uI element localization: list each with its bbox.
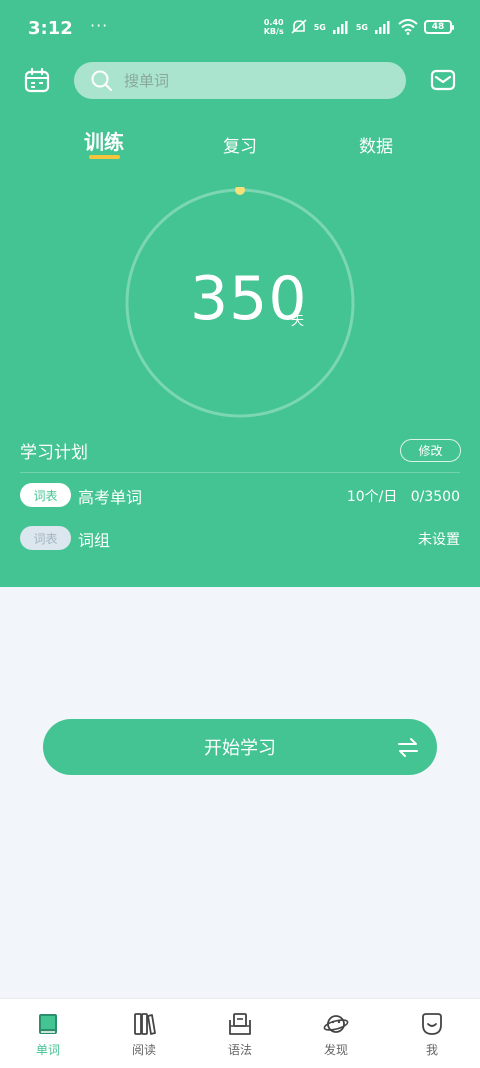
signal-icon xyxy=(375,21,390,34)
search-icon xyxy=(91,70,112,91)
plan-row-phrases[interactable]: 词表 词组 未设置 xyxy=(20,525,460,551)
plan-row-detail: 10个/日 0/3500 xyxy=(346,489,460,505)
progress-ring-marker xyxy=(235,187,245,195)
nav-label: 单词 xyxy=(35,1043,60,1057)
edit-plan-button[interactable]: 修改 xyxy=(400,439,461,462)
days-count: 350 xyxy=(190,264,308,334)
books-icon xyxy=(134,1013,156,1035)
status-notification-dots: ··· xyxy=(70,16,108,35)
search-bar[interactable]: 搜单词 xyxy=(74,62,406,99)
calendar-icon xyxy=(24,67,50,93)
wifi-icon xyxy=(398,19,418,35)
network-speed: 0.40 KB/s xyxy=(264,18,284,36)
status-more-icon: ··· xyxy=(90,16,109,35)
notebook-icon xyxy=(229,1013,251,1035)
start-learning-button[interactable]: 开始学习 xyxy=(43,719,437,775)
mail-icon xyxy=(430,69,456,91)
battery-level: 48 xyxy=(431,22,445,32)
wordlist-tag: 词表 xyxy=(20,483,71,507)
divider xyxy=(20,472,460,473)
plan-row-wordlist[interactable]: 词表 高考单词 10个/日 0/3500 xyxy=(20,482,460,508)
swap-icon[interactable] xyxy=(397,736,419,758)
nav-label: 阅读 xyxy=(131,1043,156,1057)
status-bar: 3:12 ··· 0.40 KB/s 5G 5G 48 xyxy=(0,0,480,58)
wordlist-tag: 词表 xyxy=(20,526,71,550)
planet-icon xyxy=(323,1015,349,1033)
nav-label: 发现 xyxy=(323,1043,348,1057)
plan-row-detail: 未设置 xyxy=(418,532,460,548)
message-button[interactable] xyxy=(426,63,460,97)
tab-train[interactable]: 训练 xyxy=(84,126,124,155)
battery-icon: 48 xyxy=(424,20,454,34)
status-time: 3:12 xyxy=(28,18,73,39)
network-type-2: 5G xyxy=(355,22,368,32)
nav-grammar[interactable]: 语法 xyxy=(210,1011,270,1058)
signal-icon xyxy=(332,21,348,34)
days-unit: 天 xyxy=(291,314,305,329)
search-placeholder: 搜单词 xyxy=(124,72,170,90)
bottom-nav: 单词 阅读 语法 发现 我 xyxy=(0,998,480,1068)
tab-data[interactable]: 数据 xyxy=(359,132,393,157)
nav-reading[interactable]: 阅读 xyxy=(114,1011,174,1058)
network-type-1: 5G xyxy=(313,22,326,32)
mute-icon xyxy=(291,19,307,34)
book-icon xyxy=(39,1014,57,1034)
network-speed-unit: KB/s xyxy=(263,27,284,36)
nav-discover[interactable]: 发现 xyxy=(306,1011,366,1058)
plan-title: 学习计划 xyxy=(20,443,88,463)
smile-face-icon xyxy=(422,1013,442,1035)
start-learning-label: 开始学习 xyxy=(204,738,276,759)
tab-active-indicator xyxy=(89,155,120,159)
plan-row-name: 高考单词 xyxy=(78,488,143,507)
plan-row-name: 词组 xyxy=(78,531,111,550)
tab-review[interactable]: 复习 xyxy=(223,132,257,157)
nav-me[interactable]: 我 xyxy=(402,1011,462,1058)
network-speed-value: 0.40 xyxy=(263,18,284,27)
calendar-button[interactable] xyxy=(20,63,54,97)
nav-label: 我 xyxy=(425,1043,438,1057)
status-icons: 0.40 KB/s 5G 5G 48 xyxy=(264,18,454,36)
nav-words[interactable]: 单词 xyxy=(18,1011,78,1058)
nav-label: 语法 xyxy=(227,1043,252,1057)
